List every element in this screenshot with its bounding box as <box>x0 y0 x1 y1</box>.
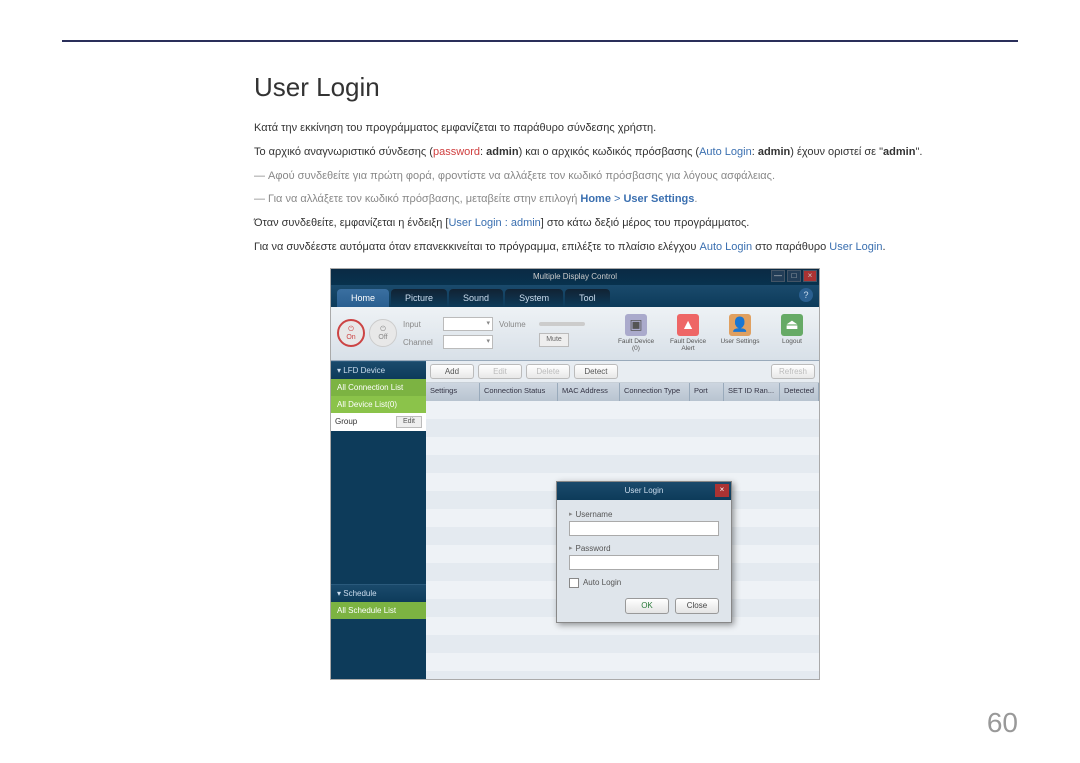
dialog-ok-button[interactable]: OK <box>625 598 669 614</box>
para-2: Το αρχικό αναγνωριστικό σύνδεσης (passwo… <box>254 143 1018 163</box>
monitor-icon: ▣ <box>625 314 647 336</box>
sidebar-item-all-connection[interactable]: All Connection List <box>331 379 426 396</box>
tab-sound[interactable]: Sound <box>449 289 503 307</box>
note-2: ―Για να αλλάξετε τον κωδικό πρόσβασης, μ… <box>254 190 1018 210</box>
mute-button[interactable]: Mute <box>539 333 569 347</box>
logout-icon: ⏏ <box>781 314 803 336</box>
sidebar-group-label: Group <box>335 417 357 426</box>
sidebar-item-all-device[interactable]: All Device List(0) <box>331 396 426 413</box>
power-on-button[interactable]: ⏻On <box>337 319 365 347</box>
user-settings-button[interactable]: 👤User Settings <box>719 314 761 352</box>
sidebar-item-all-schedule[interactable]: All Schedule List <box>331 602 426 619</box>
username-field[interactable] <box>569 521 719 536</box>
main-area: Add Edit Delete Detect Refresh Settings … <box>426 361 819 679</box>
power-off-button[interactable]: ⏻Off <box>369 319 397 347</box>
window-minimize-button[interactable]: — <box>771 270 785 282</box>
kw-user-login: User Login <box>829 241 882 253</box>
sidebar: LFD Device All Connection List All Devic… <box>331 361 426 679</box>
col-mac[interactable]: MAC Address <box>558 383 620 401</box>
kw-auto-login: Auto Login <box>699 146 752 158</box>
window-titlebar: Multiple Display Control — □ × <box>331 269 819 285</box>
col-setid[interactable]: SET ID Ran... <box>724 383 780 401</box>
help-icon[interactable]: ? <box>799 288 813 302</box>
kw-auto-login-2: Auto Login <box>699 241 752 253</box>
col-settings[interactable]: Settings <box>426 383 480 401</box>
group-edit-button[interactable]: Edit <box>396 416 422 428</box>
channel-select[interactable] <box>443 335 493 349</box>
page-number: 60 <box>987 707 1018 739</box>
dialog-close-button[interactable]: × <box>715 484 729 497</box>
fault-device-button[interactable]: ▣Fault Device (0) <box>615 314 657 352</box>
nav-user-settings: User Settings <box>623 193 694 205</box>
menubar: Home Picture Sound System Tool ? <box>331 285 819 307</box>
detect-button[interactable]: Detect <box>574 364 618 379</box>
window-maximize-button[interactable]: □ <box>787 270 801 282</box>
section-heading: User Login <box>254 72 1018 103</box>
app-screenshot: Multiple Display Control — □ × Home Pict… <box>330 268 820 680</box>
dialog-title: User Login × <box>557 482 731 500</box>
grid-header: Settings Connection Status MAC Address C… <box>426 383 819 401</box>
password-label: Password <box>569 544 719 553</box>
page-top-rule <box>62 40 1018 42</box>
input-select[interactable] <box>443 317 493 331</box>
auto-login-label: Auto Login <box>583 578 621 587</box>
col-detected[interactable]: Detected <box>780 383 819 401</box>
para-4: Για να συνδέεστε αυτόματα όταν επανεκκιν… <box>254 238 1018 258</box>
sidebar-group-row: Group Edit <box>331 413 426 431</box>
fault-alert-button[interactable]: ▲Fault Device Alert <box>667 314 709 352</box>
tab-tool[interactable]: Tool <box>565 289 610 307</box>
password-field[interactable] <box>569 555 719 570</box>
input-label: Input <box>403 320 439 329</box>
dialog-cancel-button[interactable]: Close <box>675 598 719 614</box>
tab-picture[interactable]: Picture <box>391 289 447 307</box>
nav-home: Home <box>580 193 611 205</box>
col-port[interactable]: Port <box>690 383 724 401</box>
refresh-button[interactable]: Refresh <box>771 364 815 379</box>
col-connection-status[interactable]: Connection Status <box>480 383 558 401</box>
delete-button[interactable]: Delete <box>526 364 570 379</box>
volume-slider[interactable] <box>539 322 585 326</box>
alert-icon: ▲ <box>677 314 699 336</box>
note-1: ―Αφού συνδεθείτε για πρώτη φορά, φροντίσ… <box>254 167 1018 187</box>
kw-password: password <box>433 146 480 158</box>
sidebar-header-schedule[interactable]: Schedule <box>331 584 426 602</box>
para-3: Όταν συνδεθείτε, εμφανίζεται η ένδειξη [… <box>254 214 1018 234</box>
window-title: Multiple Display Control <box>533 272 617 281</box>
user-icon: 👤 <box>729 314 751 336</box>
toolbar: ⏻On ⏻Off Input Channel Volume Mute ▣Faul… <box>331 307 819 361</box>
logout-button[interactable]: ⏏Logout <box>771 314 813 352</box>
username-label: Username <box>569 510 719 519</box>
volume-label: Volume <box>499 320 535 329</box>
col-connection-type[interactable]: Connection Type <box>620 383 690 401</box>
tab-home[interactable]: Home <box>337 289 389 307</box>
tab-system[interactable]: System <box>505 289 563 307</box>
add-button[interactable]: Add <box>430 364 474 379</box>
channel-label: Channel <box>403 338 439 347</box>
body-text-block: Κατά την εκκίνηση του προγράμματος εμφαν… <box>254 119 1018 258</box>
sidebar-header-lfd[interactable]: LFD Device <box>331 361 426 379</box>
window-close-button[interactable]: × <box>803 270 817 282</box>
auto-login-checkbox[interactable] <box>569 578 579 588</box>
user-login-dialog: User Login × Username Password <box>556 481 732 623</box>
kw-user-login-admin: User Login : admin <box>448 217 540 229</box>
para-1: Κατά την εκκίνηση του προγράμματος εμφαν… <box>254 119 1018 139</box>
edit-button[interactable]: Edit <box>478 364 522 379</box>
